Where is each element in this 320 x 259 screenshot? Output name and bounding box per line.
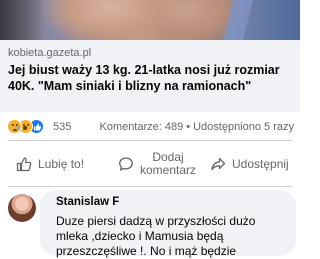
post-image[interactable]	[0, 0, 300, 40]
comment-label-line2: komentarz	[140, 163, 197, 177]
reaction-icons[interactable]	[7, 119, 47, 135]
divider-top	[8, 140, 292, 141]
comment-text: Duze piersi dadzą w przyszłości dużo mle…	[56, 214, 256, 258]
comment-button[interactable]: Dodaj komentarz	[118, 144, 196, 184]
comment-icon	[119, 157, 133, 171]
thumbs-up-icon	[16, 157, 32, 172]
name-redaction	[128, 194, 144, 208]
avatar[interactable]	[8, 194, 36, 222]
shares-count[interactable]: Udostępniono 5 razy	[193, 121, 294, 133]
share-button[interactable]: Udostępnij	[210, 144, 289, 184]
sad-reaction-icon	[7, 119, 22, 134]
link-headline[interactable]: Jej biust waży 13 kg. 21-latka nosi już …	[8, 62, 292, 94]
comment-share-stats: Komentarze: 489 • Udostępniono 5 razy	[99, 121, 294, 133]
comment-bubble: Stanislaw F Duze piersi dadzą w przyszło…	[40, 190, 296, 258]
comment-label-line1: Dodaj	[152, 150, 184, 164]
share-arrow-icon	[211, 157, 226, 171]
stats-separator: •	[186, 121, 191, 133]
image-strap	[223, 0, 253, 40]
comment-label: Dodaj komentarz	[140, 151, 196, 177]
comment: Stanislaw F Duze piersi dadzą w przyszło…	[0, 190, 300, 258]
like-label: Lubię to!	[38, 157, 85, 171]
comment-author[interactable]: Stanislaw F	[56, 196, 119, 208]
reaction-count[interactable]: 535	[53, 121, 71, 133]
share-label: Udostępnij	[232, 157, 289, 171]
action-bar: Lubię to! Dodaj komentarz Udostępnij	[0, 144, 300, 184]
like-button[interactable]: Lubię to!	[16, 144, 84, 184]
link-domain: kobieta.gazeta.pl	[8, 47, 92, 59]
image-shadow	[0, 0, 44, 40]
comments-count[interactable]: Komentarze: 489	[99, 121, 183, 133]
post-stats: 535 Komentarze: 489 • Udostępniono 5 razy	[0, 116, 300, 138]
divider-bottom	[8, 186, 292, 187]
